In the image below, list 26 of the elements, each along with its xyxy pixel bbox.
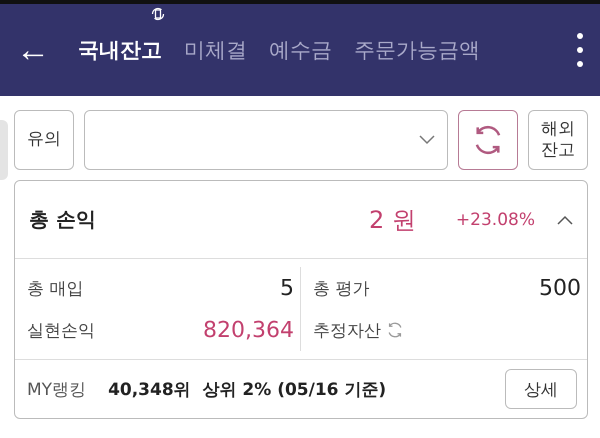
total-profit: 2 원 xyxy=(369,204,416,236)
stat-label: 실현손익 xyxy=(27,320,95,342)
stat-label: 추정자산 xyxy=(313,318,405,342)
stat-value: 500 xyxy=(539,276,581,300)
profit-rate: +23.08% xyxy=(456,210,535,230)
chevron-down-icon xyxy=(419,135,435,145)
summary-title: 총 손익 xyxy=(29,206,97,233)
tab[interactable]: 주문가능금액 xyxy=(354,36,480,64)
stat-value: 5 xyxy=(280,276,294,300)
detail-button[interactable]: 상세 xyxy=(505,369,577,409)
ranking-text: 40,348위 상위 2% (05/16 기준) xyxy=(108,378,388,400)
more-menu-icon[interactable] xyxy=(576,32,584,68)
chevron-up-icon[interactable] xyxy=(557,214,573,224)
stat-label: 총 평가 xyxy=(313,278,370,300)
notice-button[interactable]: 유의 xyxy=(14,110,74,170)
refresh-button[interactable] xyxy=(458,110,518,170)
tab[interactable]: 예수금 xyxy=(269,36,332,64)
ranking-label: MY랭킹 xyxy=(27,378,86,400)
overseas-balance-button[interactable]: 해외 잔고 xyxy=(528,110,588,170)
stat-value: 820,364 xyxy=(203,318,294,342)
phone-sync-icon xyxy=(150,6,166,22)
side-handle[interactable] xyxy=(0,120,8,180)
tab[interactable]: 미체결 xyxy=(184,36,247,64)
stat-label: 총 매입 xyxy=(27,278,84,300)
back-button[interactable]: ← xyxy=(16,30,66,70)
tab[interactable]: 국내잔고 xyxy=(78,36,162,64)
